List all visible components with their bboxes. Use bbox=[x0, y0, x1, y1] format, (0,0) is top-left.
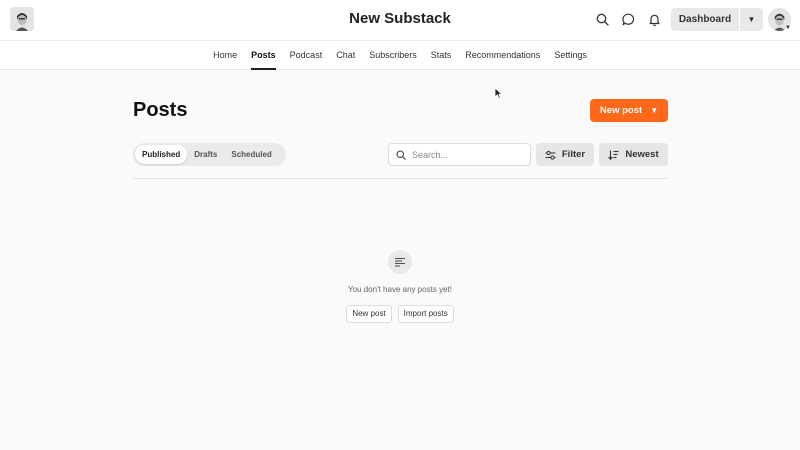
new-post-label: New post bbox=[599, 105, 643, 116]
search-icon bbox=[396, 149, 406, 160]
mouse-cursor-icon bbox=[494, 86, 503, 104]
nav-home[interactable]: Home bbox=[213, 41, 237, 70]
top-bar: New Substack Dashboard ▼ ▼ bbox=[0, 0, 800, 40]
search-icon[interactable] bbox=[593, 10, 611, 28]
dashboard-dropdown-button[interactable]: ▼ bbox=[740, 8, 763, 31]
nav-podcast[interactable]: Podcast bbox=[290, 41, 323, 70]
avatar-caret-icon: ▼ bbox=[785, 25, 791, 31]
empty-state-actions: New post Import posts bbox=[0, 305, 800, 323]
empty-new-post-button[interactable]: New post bbox=[346, 305, 392, 323]
nav-chat[interactable]: Chat bbox=[336, 41, 355, 70]
nav-subscribers[interactable]: Subscribers bbox=[369, 41, 417, 70]
dashboard-button[interactable]: Dashboard bbox=[671, 8, 739, 31]
sort-label: Newest bbox=[625, 149, 659, 160]
search-input[interactable] bbox=[412, 149, 512, 160]
nav-settings[interactable]: Settings bbox=[554, 41, 587, 70]
empty-state-message: You don't have any posts yet! bbox=[348, 285, 452, 294]
chat-bubble-icon[interactable] bbox=[619, 10, 637, 28]
filter-button[interactable]: Filter bbox=[536, 143, 594, 166]
sort-button[interactable]: Newest bbox=[599, 143, 668, 166]
nav-recommendations[interactable]: Recommendations bbox=[465, 41, 540, 70]
tab-scheduled[interactable]: Scheduled bbox=[224, 145, 278, 164]
filter-label: Filter bbox=[561, 149, 586, 160]
import-posts-button[interactable]: Import posts bbox=[397, 305, 454, 323]
tab-published[interactable]: Published bbox=[135, 145, 188, 164]
empty-list-icon bbox=[388, 250, 412, 274]
new-post-button[interactable]: New post ▼ bbox=[590, 99, 668, 122]
post-status-tabs: Published Drafts Scheduled bbox=[133, 143, 286, 166]
section-nav: Home Posts Podcast Chat Subscribers Stat… bbox=[0, 40, 800, 70]
search-box[interactable] bbox=[388, 143, 531, 166]
nav-stats[interactable]: Stats bbox=[431, 41, 452, 70]
caret-down-icon: ▼ bbox=[650, 106, 659, 115]
sort-descending-icon bbox=[608, 150, 619, 160]
caret-down-icon: ▼ bbox=[747, 15, 756, 24]
divider bbox=[133, 178, 668, 179]
page-title: Posts bbox=[133, 99, 188, 121]
bell-icon[interactable] bbox=[645, 10, 663, 28]
tab-drafts[interactable]: Drafts bbox=[187, 145, 224, 164]
sliders-icon bbox=[545, 150, 556, 160]
nav-posts[interactable]: Posts bbox=[251, 41, 276, 70]
